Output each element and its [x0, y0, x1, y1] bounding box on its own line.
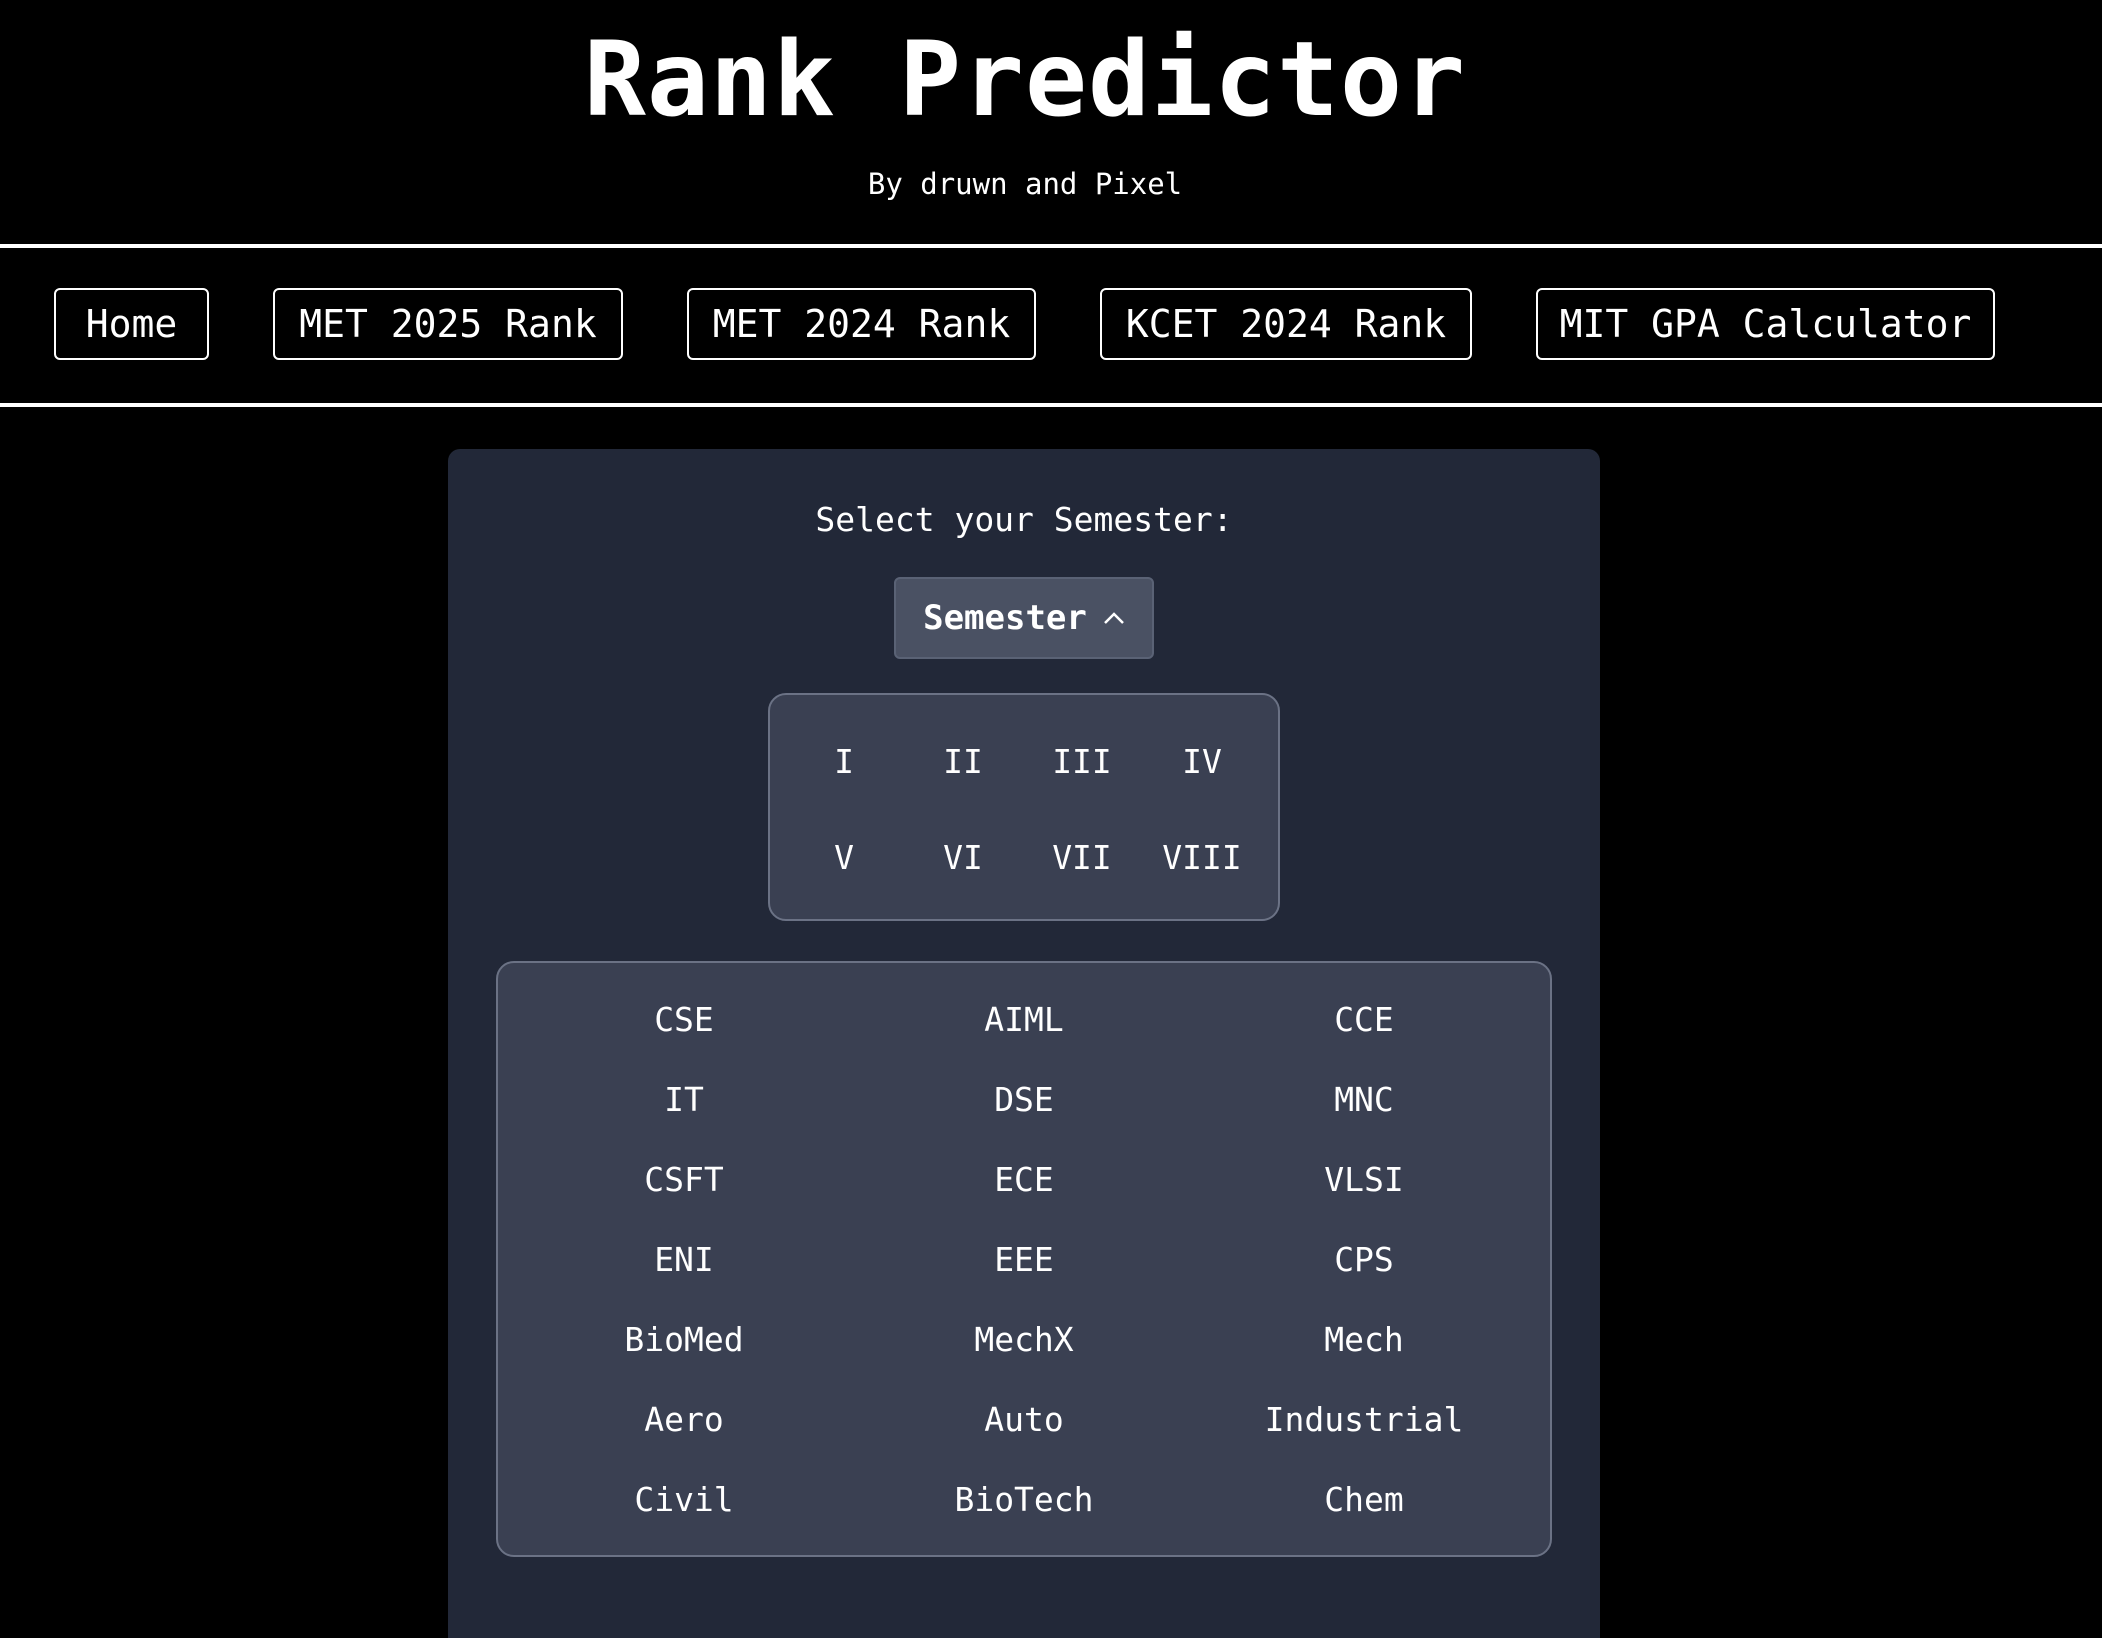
semester-option-iii[interactable]: III: [1027, 731, 1137, 791]
branch-option-ece[interactable]: ECE: [874, 1154, 1174, 1204]
nav-top-divider: [0, 244, 2102, 248]
nav-home-button[interactable]: Home: [54, 288, 209, 360]
semester-dropdown-button[interactable]: Semester: [894, 577, 1154, 659]
branch-option-chem[interactable]: Chem: [1214, 1474, 1514, 1524]
nav-mit-gpa-calculator-button[interactable]: MIT GPA Calculator: [1536, 288, 1995, 360]
branch-list: CSE AIML CCE IT DSE MNC CSFT ECE VLSI EN…: [496, 961, 1552, 1557]
semester-panel: Select your Semester: Semester I II III …: [448, 449, 1600, 1638]
branch-option-cps[interactable]: CPS: [1214, 1234, 1514, 1284]
nav-met-2024-rank-button[interactable]: MET 2024 Rank: [687, 288, 1036, 360]
branch-option-aiml[interactable]: AIML: [874, 994, 1174, 1044]
semester-option-iv[interactable]: IV: [1147, 731, 1257, 791]
branch-option-eni[interactable]: ENI: [534, 1234, 834, 1284]
branch-option-auto[interactable]: Auto: [874, 1394, 1174, 1444]
semester-option-vi[interactable]: VI: [908, 827, 1018, 887]
branch-option-it[interactable]: IT: [534, 1074, 834, 1124]
branch-option-cce[interactable]: CCE: [1214, 994, 1514, 1044]
branch-option-csft[interactable]: CSFT: [534, 1154, 834, 1204]
semester-dropdown-label: Semester: [923, 598, 1087, 638]
branch-option-mech[interactable]: Mech: [1214, 1314, 1514, 1364]
nav-met-2025-rank-button[interactable]: MET 2025 Rank: [273, 288, 623, 360]
nav-kcet-2024-rank-button[interactable]: KCET 2024 Rank: [1100, 288, 1472, 360]
page: Rank Predictor By druwn and Pixel Home M…: [0, 0, 2102, 1638]
select-semester-label: Select your Semester:: [815, 500, 1233, 539]
branch-option-biomed[interactable]: BioMed: [534, 1314, 834, 1364]
branch-option-vlsi[interactable]: VLSI: [1214, 1154, 1514, 1204]
semester-option-i[interactable]: I: [789, 731, 899, 791]
branch-option-civil[interactable]: Civil: [534, 1474, 834, 1524]
branch-option-mnc[interactable]: MNC: [1214, 1074, 1514, 1124]
semester-option-v[interactable]: V: [789, 827, 899, 887]
branch-option-biotech[interactable]: BioTech: [874, 1474, 1174, 1524]
branch-option-industrial[interactable]: Industrial: [1214, 1394, 1514, 1444]
page-title: Rank Predictor: [583, 20, 1467, 140]
branch-option-dse[interactable]: DSE: [874, 1074, 1174, 1124]
semester-option-vii[interactable]: VII: [1027, 827, 1137, 887]
semester-dropdown-menu: I II III IV V VI VII VIII: [768, 693, 1280, 921]
branch-option-mechx[interactable]: MechX: [874, 1314, 1174, 1364]
nav-bar: Home MET 2025 Rank MET 2024 Rank KCET 20…: [0, 288, 2102, 364]
branch-option-aero[interactable]: Aero: [534, 1394, 834, 1444]
nav-bottom-divider: [0, 403, 2102, 407]
branch-option-eee[interactable]: EEE: [874, 1234, 1174, 1284]
semester-option-viii[interactable]: VIII: [1147, 827, 1257, 887]
semester-option-ii[interactable]: II: [908, 731, 1018, 791]
branch-option-cse[interactable]: CSE: [534, 994, 834, 1044]
header: Rank Predictor By druwn and Pixel: [0, 0, 2102, 245]
page-subtitle: By druwn and Pixel: [867, 167, 1183, 201]
chevron-up-icon: [1103, 612, 1124, 624]
